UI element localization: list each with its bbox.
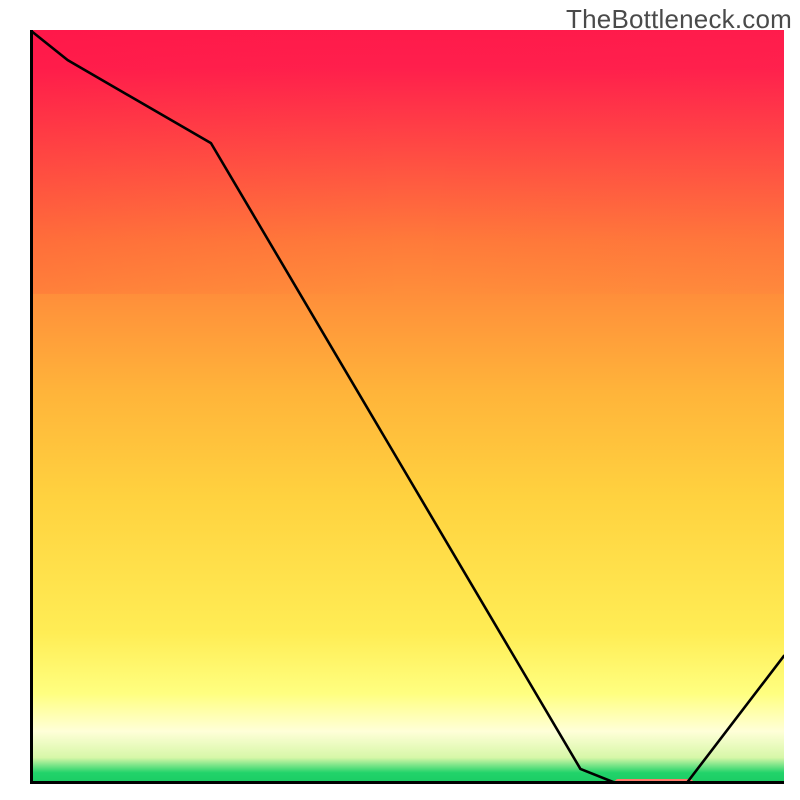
chart-background-tint: [30, 30, 784, 294]
chart-svg: [30, 30, 784, 784]
plot-area: [30, 30, 784, 784]
chart-container: TheBottleneck.com: [0, 0, 800, 800]
watermark-text: TheBottleneck.com: [566, 4, 792, 35]
